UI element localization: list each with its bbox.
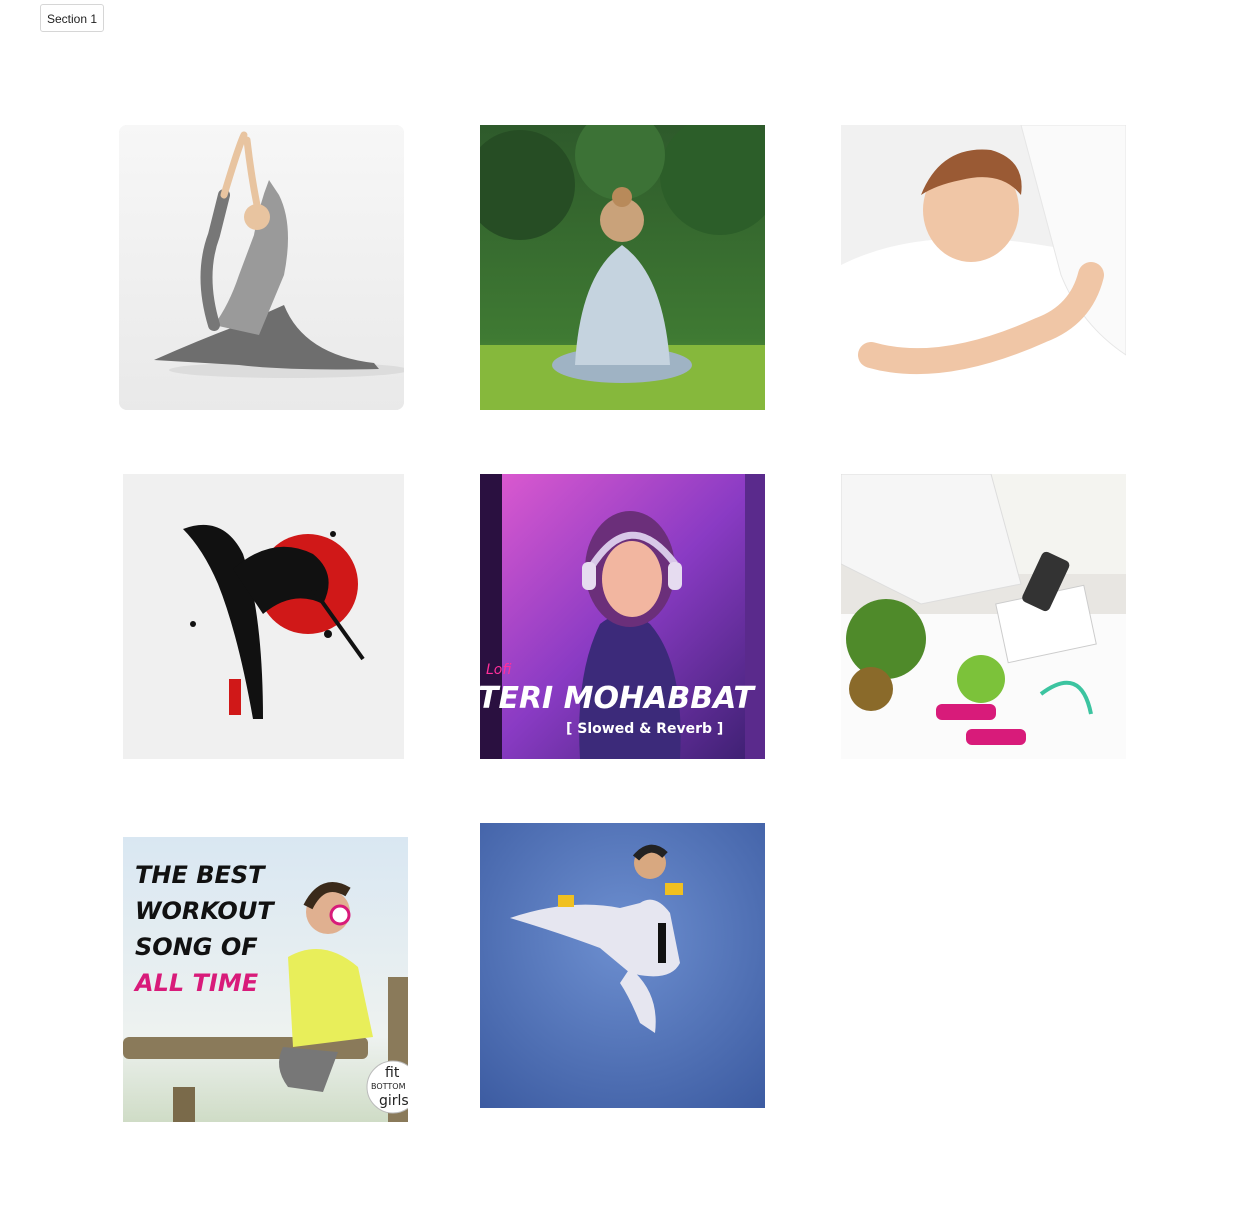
workout-cover-image: THE BEST WORKOUT SONG OF ALL TIME fit BO… (123, 837, 408, 1122)
yoga-pose-image (119, 125, 404, 410)
meditation-image (480, 125, 765, 410)
karate-ink-image (123, 474, 404, 759)
logo-fit: fit (385, 1065, 400, 1081)
sleeping-woman-image (841, 125, 1126, 410)
section-tab[interactable]: Section 1 (40, 4, 105, 32)
logo-girls: girls (379, 1093, 408, 1109)
workout-line-1: THE BEST (135, 861, 266, 889)
logo-bottom: BOTTOM (371, 1082, 406, 1091)
gallery-image-meditation[interactable] (480, 125, 765, 410)
workout-line-2: WORKOUT (135, 897, 275, 925)
gallery-image-workout[interactable]: THE BEST WORKOUT SONG OF ALL TIME fit BO… (123, 837, 408, 1122)
gallery-image-nutrition[interactable] (841, 474, 1126, 759)
gallery-image-karate-kick[interactable] (480, 823, 765, 1108)
lofi-title: TERI MOHABBAT NE (480, 681, 765, 716)
workout-line-3: SONG OF (135, 933, 258, 961)
workout-line-4: ALL TIME (133, 969, 259, 997)
lofi-badge: Lofi (486, 662, 511, 678)
gallery-image-sleep[interactable] (841, 125, 1126, 410)
lofi-subtitle: [ Slowed & Reverb ] (566, 721, 723, 737)
gallery-image-karate-ink[interactable] (123, 474, 404, 759)
karate-kick-image (480, 823, 765, 1108)
gallery-image-lofi[interactable]: Lofi TERI MOHABBAT NE [ Slowed & Reverb … (480, 474, 765, 759)
gallery-image-yoga[interactable] (119, 125, 404, 410)
nutrition-image (841, 474, 1126, 759)
lofi-cover-image: Lofi TERI MOHABBAT NE [ Slowed & Reverb … (480, 474, 765, 759)
